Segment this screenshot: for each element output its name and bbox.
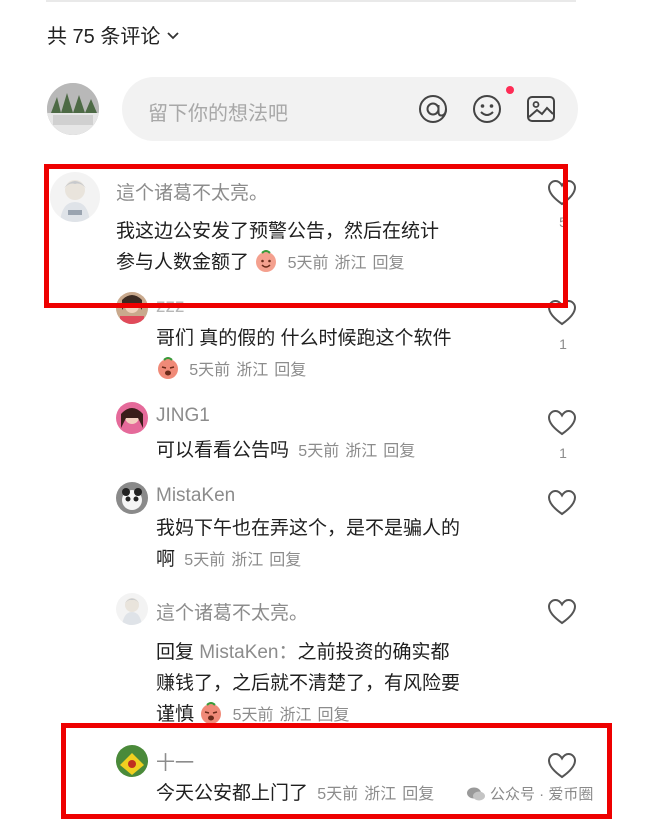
emoji-icon[interactable] [470, 92, 504, 126]
comment-text-line: 谨慎 [156, 704, 195, 725]
notification-dot [506, 86, 514, 94]
comment-time: 5天前 [189, 362, 231, 379]
comment-text: 可以看看公告吗 5天前 浙江 回复 [156, 435, 421, 467]
crying-face-emoji-icon [158, 357, 178, 379]
like-heart-icon[interactable] [547, 598, 577, 626]
reply-button[interactable]: 回复 [274, 362, 306, 379]
comment-text: 哥们 真的假的 什么时候跑这个软件 5天前 浙江 回复 [156, 323, 452, 386]
reply-button[interactable]: 回复 [269, 552, 301, 569]
comment-location: 浙江 [231, 552, 264, 569]
comment-reply-line: 回复 MistaKen：之前投资的确实都 [156, 637, 460, 668]
reply-to-username[interactable]: MistaKen： [199, 642, 297, 663]
comment-location: 浙江 [345, 443, 378, 460]
mention-icon[interactable] [416, 92, 450, 126]
user-avatar[interactable] [116, 482, 148, 514]
comment-meta-line: 5天前 浙江 回复 [156, 354, 452, 386]
highlight-box [61, 723, 612, 819]
user-avatar[interactable] [116, 402, 148, 434]
user-avatar[interactable] [116, 593, 148, 625]
comment-time: 5天前 [298, 443, 340, 460]
comment-meta-line: 啊 5天前 浙江 回复 [156, 544, 460, 576]
comment-username[interactable]: MistaKen [156, 485, 235, 507]
reply-button[interactable]: 回复 [318, 707, 350, 724]
like-heart-icon[interactable] [547, 409, 577, 437]
wechat-icon [467, 787, 485, 800]
comment-text: 我妈下午也在弄这个，是不是骗人的 啊 5天前 浙江 回复 [156, 513, 460, 576]
comment-location: 浙江 [279, 707, 312, 724]
comment-count-header[interactable]: 共 75 条评论 [47, 20, 180, 49]
image-icon[interactable] [524, 92, 558, 126]
my-avatar[interactable] [47, 83, 99, 135]
comment-text-line: 之前投资的确实都 [297, 642, 450, 663]
comment-input[interactable]: 留下你的想法吧 [122, 77, 578, 141]
reply-prefix: 回复 [156, 642, 195, 663]
highlight-box [44, 164, 568, 308]
comment-username[interactable]: JING1 [156, 405, 210, 427]
chevron-down-icon [167, 31, 179, 39]
comment-input-placeholder: 留下你的想法吧 [148, 103, 288, 125]
like-count: 1 [559, 445, 567, 461]
comment-text-line: 赚钱了，之后就不清楚了，有风险要 [156, 673, 461, 694]
watermark: 公众号 · 爱币圈 [466, 783, 593, 804]
comment-text-line: 哥们 真的假的 什么时候跑这个软件 [156, 328, 452, 349]
comment-text-line: 可以看看公告吗 [156, 440, 290, 461]
comment-text-line: 啊 [156, 549, 176, 570]
like-count: 1 [559, 336, 567, 352]
comment-text: 回复 MistaKen：之前投资的确实都 赚钱了，之后就不清楚了，有风险要 谨慎… [156, 637, 460, 731]
reply-button[interactable]: 回复 [383, 443, 415, 460]
comment-time: 5天前 [184, 552, 226, 569]
crying-face-emoji-icon [201, 702, 222, 724]
watermark-text: 公众号 · 爱币圈 [490, 786, 594, 803]
top-divider [46, 0, 576, 2]
comment-location: 浙江 [236, 362, 269, 379]
like-heart-icon[interactable] [547, 489, 577, 517]
comment-text-line: 我妈下午也在弄这个，是不是骗人的 [156, 518, 461, 539]
comment-count-label: 共 75 条评论 [47, 26, 161, 48]
comment-username[interactable]: 這个诸葛不太亮。 [156, 598, 308, 625]
comment-time: 5天前 [232, 707, 274, 724]
